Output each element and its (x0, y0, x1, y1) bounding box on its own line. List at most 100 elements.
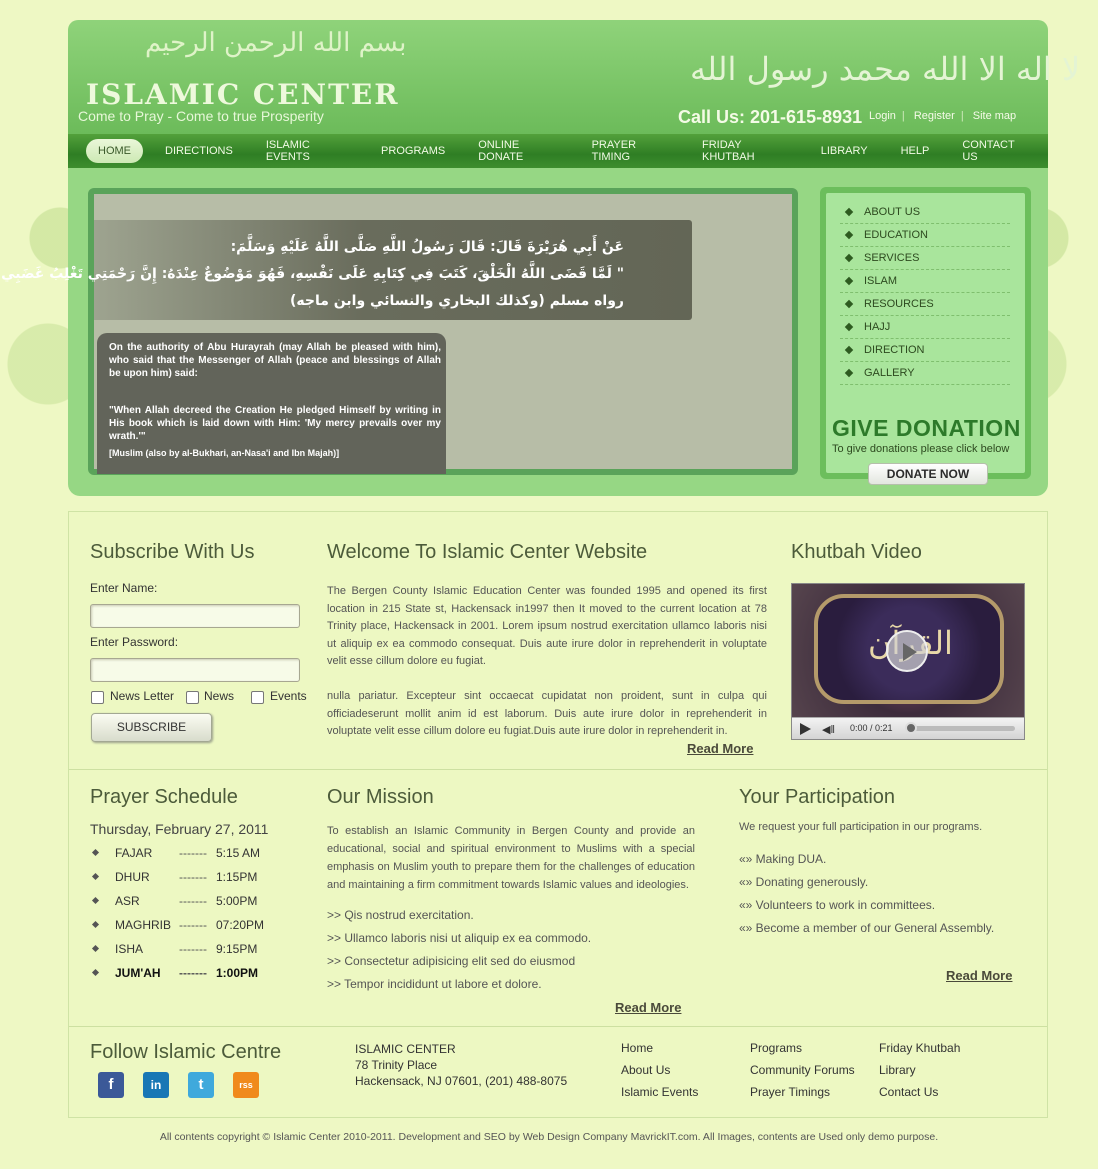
prayer-time: 9:15PM (216, 942, 258, 956)
nav-help[interactable]: HELP (890, 140, 941, 162)
side-menu-gallery[interactable]: GALLERY (840, 362, 1010, 385)
rss-icon[interactable]: rss (233, 1072, 259, 1098)
side-menu-panel: ABOUT US EDUCATION SERVICES ISLAM RESOUR… (826, 193, 1025, 485)
nav-home[interactable]: HOME (86, 139, 143, 163)
nav-contact-us[interactable]: CONTACT US (951, 134, 1037, 168)
mission-item: >> Ullamco laboris nisi ut aliquip ex ea… (327, 931, 592, 945)
footer-link-community-forums[interactable]: Community Forums (750, 1063, 855, 1077)
sitemap-link[interactable]: Site map (973, 110, 1016, 122)
footer-link-programs[interactable]: Programs (750, 1041, 802, 1055)
donation-subtitle: To give donations please click below (832, 443, 1010, 455)
side-menu-about-us[interactable]: ABOUT US (840, 201, 1010, 224)
side-menu-label: EDUCATION (864, 229, 928, 241)
side-menu-label: GALLERY (864, 367, 915, 379)
play-overlay-icon[interactable] (886, 630, 928, 672)
login-link[interactable]: Login (869, 110, 896, 122)
name-input[interactable] (90, 604, 300, 628)
newsletter-checkbox[interactable] (91, 691, 104, 704)
participation-read-more-link[interactable]: Read More (946, 968, 1012, 983)
bullet-icon (91, 848, 100, 857)
address-line: ISLAMIC CENTER (355, 1042, 456, 1056)
side-menu-label: ABOUT US (864, 206, 921, 218)
footer-link-contact-us[interactable]: Contact Us (879, 1085, 938, 1099)
arabic-line: عَنْ أَبِي هُرَيْرَةَ قَالَ: قَالَ رَسُو… (230, 239, 624, 255)
twitter-icon[interactable]: t (188, 1072, 214, 1098)
seek-bar[interactable] (910, 726, 1015, 731)
donate-now-button[interactable]: DONATE NOW (868, 463, 988, 485)
prayer-name: JUM'AH (115, 966, 161, 980)
events-checkbox[interactable] (251, 691, 264, 704)
english-hadith: On the authority of Abu Hurayrah (may Al… (97, 333, 446, 474)
linkedin-icon[interactable]: in (143, 1072, 169, 1098)
khutbah-video-player[interactable]: القرآن ◀ǁ 0:00 / 0:21 (791, 583, 1025, 740)
logo-title[interactable]: ISLAMIC CENTER (86, 78, 400, 111)
welcome-paragraph-1: The Bergen County Islamic Education Cent… (327, 585, 767, 667)
prayer-name: FAJAR (115, 846, 153, 860)
bullet-icon (844, 345, 854, 355)
nav-prayer-timing[interactable]: PRAYER TIMING (581, 134, 680, 168)
banner-area: عَنْ أَبِي هُرَيْرَةَ قَالَ: قَالَ رَسُو… (0, 168, 1048, 496)
mission-read-more-link[interactable]: Read More (615, 1000, 681, 1015)
nav-friday-khutbah[interactable]: FRIDAY KHUTBAH (691, 134, 799, 168)
volume-icon[interactable]: ◀ǁ (822, 723, 835, 736)
subscribe-button[interactable]: SUBSCRIBE (91, 713, 212, 742)
register-link[interactable]: Register (914, 110, 955, 122)
bullet-icon (91, 968, 100, 977)
nav-online-donate[interactable]: ONLINE DONATE (467, 134, 569, 168)
nav-islamic-events[interactable]: ISLAMIC EVENTS (255, 134, 359, 168)
password-input[interactable] (90, 658, 300, 682)
prayer-dash: ------- (179, 918, 207, 932)
participation-intro: We request your full participation in ou… (739, 821, 983, 833)
footer-link-friday-khutbah[interactable]: Friday Khutbah (879, 1041, 960, 1055)
bullet-icon (91, 872, 100, 881)
bullet-icon (91, 920, 100, 929)
welcome-read-more-link[interactable]: Read More (687, 741, 753, 756)
prayer-row-jumah: JUM'AH ------- 1:00PM (91, 966, 291, 986)
prayer-time: 5:15 AM (216, 846, 261, 860)
password-label: Enter Password: (90, 635, 179, 649)
prayer-date: Thursday, February 27, 2011 (90, 821, 269, 837)
nav-directions[interactable]: DIRECTIONS (154, 140, 244, 162)
prayer-title: Prayer Schedule (90, 786, 238, 808)
prayer-name: ISHA (115, 942, 144, 956)
side-menu-label: ISLAM (864, 275, 898, 287)
events-label: Events (270, 689, 307, 703)
bullet-icon (844, 253, 854, 263)
main-content: Subscribe With Us Enter Name: Enter Pass… (68, 511, 1048, 1118)
side-menu-direction[interactable]: DIRECTION (840, 339, 1010, 362)
seek-handle[interactable] (905, 722, 917, 734)
prayer-row-maghrib: MAGHRIB ------- 07:20PM (91, 918, 291, 938)
side-menu-hajj[interactable]: HAJJ (840, 316, 1010, 339)
divider (69, 1026, 1047, 1027)
side-menu-resources[interactable]: RESOURCES (840, 293, 1010, 316)
footer-link-library[interactable]: Library (879, 1063, 916, 1077)
news-checkbox[interactable] (186, 691, 199, 704)
main-nav: HOME DIRECTIONS ISLAMIC EVENTS PROGRAMS … (68, 134, 1048, 168)
facebook-icon[interactable]: f (98, 1072, 124, 1098)
mission-item: >> Qis nostrud exercitation. (327, 908, 474, 922)
footer-link-about-us[interactable]: About Us (621, 1063, 670, 1077)
welcome-title: Welcome To Islamic Center Website (327, 541, 648, 563)
name-label: Enter Name: (90, 581, 158, 595)
footer-link-prayer-timings[interactable]: Prayer Timings (750, 1085, 830, 1099)
video-controls: ◀ǁ 0:00 / 0:21 (792, 717, 1024, 739)
nav-library[interactable]: LIBRARY (810, 140, 879, 162)
footer-link-home[interactable]: Home (621, 1041, 653, 1055)
prayer-row-dhur: DHUR ------- 1:15PM (91, 870, 291, 890)
subscribe-title: Subscribe With Us (90, 541, 255, 563)
welcome-paragraph-2: nulla pariatur. Excepteur sint occaecat … (327, 690, 767, 737)
participation-item: «» Become a member of our General Assemb… (739, 921, 995, 935)
video-time: 0:00 / 0:21 (850, 723, 893, 733)
news-label: News (204, 689, 235, 703)
side-menu-education[interactable]: EDUCATION (840, 224, 1010, 247)
bullet-icon (844, 230, 854, 240)
side-menu-services[interactable]: SERVICES (840, 247, 1010, 270)
mission-item: >> Tempor incididunt ut labore et dolore… (327, 977, 542, 991)
hadith-slider: عَنْ أَبِي هُرَيْرَةَ قَالَ: قَالَ رَسُو… (0, 188, 798, 475)
prayer-time: 1:15PM (216, 870, 258, 884)
side-menu-islam[interactable]: ISLAM (840, 270, 1010, 293)
nav-programs[interactable]: PROGRAMS (370, 140, 456, 162)
footer-link-islamic-events[interactable]: Islamic Events (621, 1085, 698, 1099)
play-icon[interactable] (800, 723, 811, 735)
mission-title: Our Mission (327, 786, 434, 808)
